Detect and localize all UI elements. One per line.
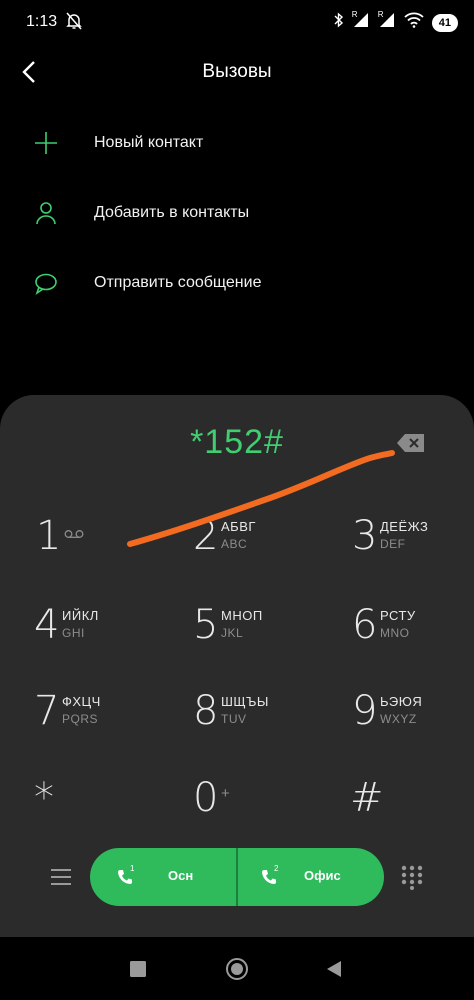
key-letters-latin: TUV [221,712,247,726]
phone-sim1-icon: 1 [116,864,134,891]
header: Вызовы [0,48,474,96]
menu-item-add-to-contacts[interactable]: Добавить в контакты [0,183,474,243]
battery-badge: 41 [431,13,458,32]
system-nav-bar [0,937,474,1000]
backspace-button[interactable] [396,432,426,454]
key-letters-cyrillic: ДЕЁЖЗ [380,519,429,534]
hamburger-icon [51,869,71,885]
call-sim2-label: Офис [304,868,341,883]
key-1[interactable]: 1 [36,513,176,583]
key-0[interactable]: 0 + [193,775,333,845]
key-letters-latin: ABC [221,537,248,551]
key-9[interactable]: 9 ЬЭЮЯ WXYZ [352,688,474,758]
key-letters-cyrillic: РСТУ [380,608,416,623]
key-letters-cyrillic: АБВГ [221,519,256,534]
dialpad-toggle-button[interactable] [400,864,424,890]
key-digit: 6 [352,602,378,648]
recents-button[interactable] [130,961,146,982]
phone-sim2-icon: 2 [260,864,278,891]
menu-button[interactable] [48,864,74,890]
key-letters-cyrillic: МНОП [221,608,263,623]
key-4[interactable]: 4 ИЙКЛ GHI [34,602,174,672]
voicemail-icon [64,530,84,538]
plus-icon [35,132,57,154]
key-digit: 9 [352,688,378,734]
key-digit: 4 [34,602,60,648]
key-letters-latin: WXYZ [380,712,417,726]
message-icon [35,273,57,295]
home-circle-icon [226,958,248,980]
key-2[interactable]: 2 АБВГ ABC [193,513,333,583]
dialpad-icon [401,865,423,890]
call-action-bar: 1 Осн 2 Офис [0,848,474,906]
key-5[interactable]: 5 МНОП JKL [193,602,333,672]
square-icon [130,961,146,977]
key-digit: 0 [193,775,219,821]
key-digit: 2 [193,513,219,559]
key-digit: # [350,775,384,821]
key-3[interactable]: 3 ДЕЁЖЗ DEF [352,513,474,583]
key-digit: 5 [193,602,219,648]
key-star[interactable]: * [34,775,174,845]
menu-item-label: Добавить в контакты [94,204,250,221]
key-letters-cyrillic: ШЩЪЫ [221,694,269,709]
key-letters-cyrillic: ИЙКЛ [62,608,99,623]
key-digit: 3 [352,513,378,559]
key-letters-latin: DEF [380,537,406,551]
call-sim1-label: Осн [168,868,194,883]
key-letters-latin: JKL [221,626,244,640]
muted-bell-icon [66,12,82,35]
signal-sim1-icon: R [352,10,370,33]
back-nav-button[interactable] [326,961,342,982]
menu-item-new-contact[interactable]: Новый контакт [0,113,474,173]
key-8[interactable]: 8 ШЩЪЫ TUV [193,688,333,758]
bluetooth-icon [334,12,344,33]
status-bar: 1:13 R R 41 [0,0,474,46]
home-button[interactable] [225,957,249,986]
backspace-icon [397,434,424,452]
key-7[interactable]: 7 ФХЦЧ PQRS [34,688,174,758]
key-digit: 1 [36,513,62,559]
menu-item-send-message[interactable]: Отправить сообщение [0,253,474,313]
key-letters-cyrillic: ФХЦЧ [62,694,101,709]
wifi-icon [404,12,424,33]
key-6[interactable]: 6 РСТУ MNO [352,602,474,672]
triangle-back-icon [327,961,341,977]
page-title: Вызовы [202,61,272,82]
call-sim2-button[interactable]: 2 Офис [238,848,384,906]
key-letters-latin: GHI [62,626,85,640]
key-letters-latin: MNO [380,626,410,640]
menu-item-label: Новый контакт [94,134,204,151]
key-hash[interactable]: # [350,775,474,845]
status-time: 1:13 [26,13,58,30]
key-letters-cyrillic: ЬЭЮЯ [380,694,423,709]
call-buttons: 1 Осн 2 Офис [90,848,384,906]
signal-sim2-icon: R [378,10,396,33]
key-digit: 7 [34,688,60,734]
key-plus-label: + [221,785,231,802]
call-sim1-button[interactable]: 1 Осн [90,848,236,906]
person-icon [36,202,56,225]
key-digit: * [34,775,54,821]
menu-item-label: Отправить сообщение [94,274,262,291]
key-letters-latin: PQRS [62,712,99,726]
key-digit: 8 [193,688,219,734]
